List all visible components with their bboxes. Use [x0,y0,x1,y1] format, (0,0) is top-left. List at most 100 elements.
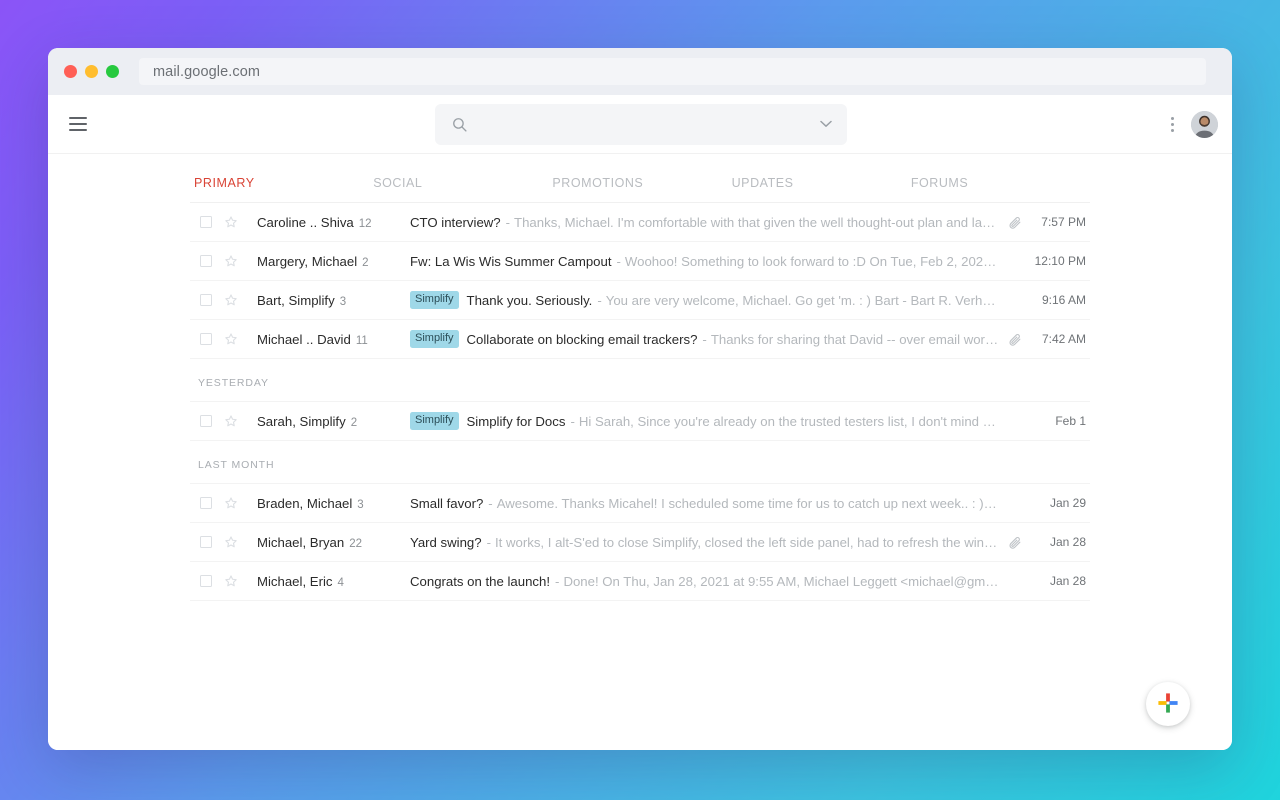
thread-count: 22 [349,537,363,550]
hamburger-menu-icon[interactable] [58,104,98,144]
thread-count: 11 [355,334,368,347]
simplify-badge: Simplify [410,329,459,349]
browser-titlebar: mail.google.com [48,48,1232,95]
row-checkbox[interactable] [194,409,218,433]
row-checkbox[interactable] [194,569,218,593]
star-icon[interactable] [219,409,243,433]
mail-row[interactable]: Braden, Michael 3 Small favor? - Awesome.… [190,484,1090,523]
snippet-label: - Woohoo! Something to look forward to :D… [616,253,1000,269]
mail-rows-host: Caroline .. Shiva 12 CTO interview? - Tha… [190,203,1090,601]
close-window-button[interactable] [64,65,77,78]
sender-label: Sarah, Simplify [257,413,346,429]
kebab-menu-icon[interactable] [1159,109,1185,139]
timestamp: Feb 1 [1055,414,1086,428]
window-controls [64,65,119,78]
sender-names: Caroline .. Shiva 12 [243,215,410,230]
search-input[interactable] [481,116,817,132]
mail-row[interactable]: Caroline .. Shiva 12 CTO interview? - Tha… [190,203,1090,242]
thread-count: 4 [337,576,344,589]
snippet-label: - Thanks, Michael. I'm comfortable with t… [505,214,1000,230]
snippet-label: - You are very welcome, Michael. Go get '… [597,292,1000,308]
mail-row[interactable]: Bart, Simplify 3 Simplify Thank you. Ser… [190,281,1090,320]
row-checkbox[interactable] [194,327,218,351]
timestamp: Jan 28 [1049,535,1086,549]
url-bar[interactable]: mail.google.com [139,58,1206,85]
star-icon[interactable] [219,530,243,554]
timestamp: Jan 28 [1049,574,1086,588]
simplify-badge: Simplify [410,290,459,310]
sender-label: Bart, Simplify [257,292,335,308]
minimize-window-button[interactable] [85,65,98,78]
message-preview: Simplify Thank you. Seriously. - You are … [410,290,1000,310]
user-avatar[interactable] [1191,110,1218,138]
mail-row[interactable]: Michael, Eric 4 Congrats on the launch! … [190,562,1090,601]
url-text: mail.google.com [153,63,261,80]
sender-label: Michael .. David [257,331,351,347]
chevron-down-icon[interactable] [817,115,835,133]
tab-forums[interactable]: FORUMS [911,176,1090,202]
sender-names: Bart, Simplify 3 [243,293,410,308]
tab-social[interactable]: SOCIAL [373,176,552,202]
header-actions [1159,109,1218,139]
subject-label: CTO interview? [410,214,501,230]
sender-label: Braden, Michael [257,495,353,511]
message-preview: Small favor? - Awesome. Thanks Micahel! I… [410,496,1000,511]
section-label: YESTERDAY [190,359,1090,402]
subject-label: Simplify for Docs [466,413,566,429]
star-icon[interactable] [219,491,243,515]
mail-row[interactable]: Sarah, Simplify 2 Simplify Simplify for … [190,402,1090,441]
plus-icon [1157,692,1179,717]
search-box[interactable] [435,103,847,145]
compose-button[interactable] [1146,682,1190,726]
mail-row[interactable]: Michael, Bryan 22 Yard swing? - It works,… [190,523,1090,562]
star-icon[interactable] [219,288,243,312]
timestamp: 7:42 AM [1041,332,1086,346]
maximize-window-button[interactable] [106,65,119,78]
timestamp: 9:16 AM [1041,293,1086,307]
section-label: LAST MONTH [190,441,1090,484]
snippet-label: - Awesome. Thanks Micahel! I scheduled so… [488,495,1000,511]
sender-label: Caroline .. Shiva [257,214,354,230]
snippet-label: - Thanks for sharing that David -- over e… [702,331,1000,347]
message-preview: Simplify Simplify for Docs - Hi Sarah, Si… [410,411,1000,431]
gmail-header [48,95,1232,154]
browser-window: mail.google.com PRIMARY SOCIAL PROMOTION… [48,48,1232,750]
sender-label: Margery, Michael [257,253,358,269]
row-checkbox[interactable] [194,210,218,234]
message-preview: Yard swing? - It works, I alt-S'ed to clo… [410,535,1000,550]
subject-label: Fw: La Wis Wis Summer Campout [410,253,612,269]
thread-count: 2 [350,416,358,429]
mail-row[interactable]: Margery, Michael 2 Fw: La Wis Wis Summer… [190,242,1090,281]
snippet-label: - It works, I alt-S'ed to close Simplify,… [486,534,1000,550]
thread-count: 2 [362,256,369,269]
attachment-icon [1000,215,1028,230]
thread-count: 3 [357,498,364,511]
sender-label: Michael, Eric [257,573,333,589]
search-icon [449,114,469,134]
simplify-badge: Simplify [410,411,459,431]
row-checkbox[interactable] [194,249,218,273]
mail-row[interactable]: Michael .. David 11 Simplify Collaborate… [190,320,1090,359]
sender-names: Sarah, Simplify 2 [243,414,410,429]
snippet-label: - Hi Sarah, Since you're already on the t… [570,413,1000,429]
row-checkbox[interactable] [194,491,218,515]
tab-promotions[interactable]: PROMOTIONS [552,176,731,202]
message-preview: Simplify Collaborate on blocking email t… [410,329,1000,349]
sender-names: Michael, Bryan 22 [243,535,410,550]
attachment-icon [1000,332,1028,347]
star-icon[interactable] [219,210,243,234]
star-icon[interactable] [219,327,243,351]
thread-count: 12 [358,217,372,230]
sender-label: Michael, Bryan [257,534,345,550]
row-checkbox[interactable] [194,288,218,312]
timestamp: 12:10 PM [1034,254,1086,268]
star-icon[interactable] [219,249,243,273]
sender-names: Margery, Michael 2 [243,254,410,269]
tab-primary[interactable]: PRIMARY [194,176,373,202]
subject-label: Congrats on the launch! [410,573,551,589]
message-preview: CTO interview? - Thanks, Michael. I'm com… [410,215,1000,230]
star-icon[interactable] [219,569,243,593]
row-checkbox[interactable] [194,530,218,554]
tab-updates[interactable]: UPDATES [732,176,911,202]
sender-names: Michael, Eric 4 [243,574,410,589]
